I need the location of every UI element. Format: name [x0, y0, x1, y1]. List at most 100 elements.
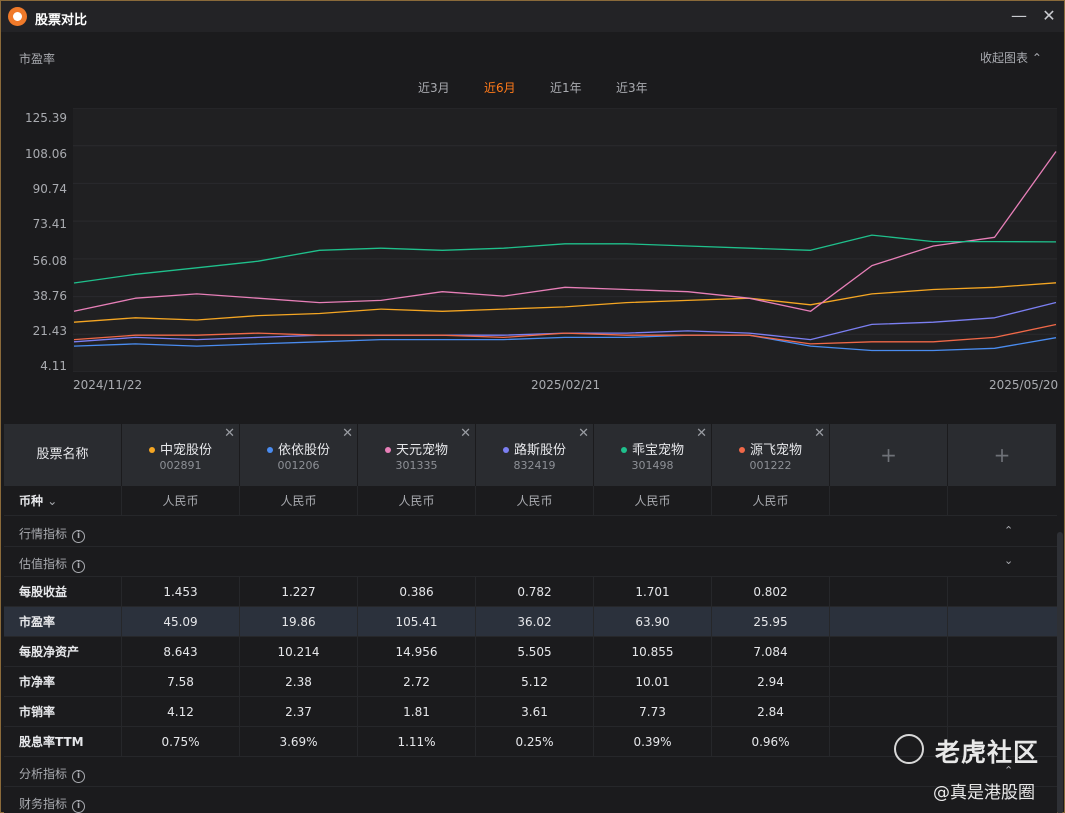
section-valuation-indicators[interactable]: 估值指标 i ⌄	[4, 547, 1057, 577]
series-dot-icon	[502, 446, 509, 453]
metric-value: 3.61	[476, 697, 594, 727]
currency-label: 币种	[19, 494, 44, 508]
series-dot-icon	[620, 446, 627, 453]
currency-cell: 人民币	[122, 486, 240, 516]
add-stock-button[interactable]: +	[948, 424, 1057, 486]
period-tab-3y[interactable]: 近3年	[616, 79, 648, 96]
period-tab-6m[interactable]: 近6月	[484, 79, 516, 96]
tiger-community-logo-icon	[894, 734, 924, 764]
table-row[interactable]: 每股净资产 8.643 10.214 14.956 5.505 10.855 7…	[4, 637, 1057, 667]
title-bar: 股票对比 — ✕	[1, 1, 1064, 32]
metric-value: 0.386	[358, 577, 476, 607]
y-tick-label: 108.06	[25, 147, 67, 161]
y-tick-label: 4.11	[40, 359, 67, 373]
metric-label: 每股净资产	[4, 637, 122, 667]
chevron-down-icon[interactable]: ⌄	[1004, 554, 1013, 567]
metric-value: 19.86	[240, 607, 358, 637]
stock-code: 301498	[631, 459, 674, 472]
collapse-chart-button[interactable]: 收起图表 ⌃	[980, 49, 1042, 66]
metric-label: 股息率TTM	[4, 727, 122, 757]
remove-stock-close-icon[interactable]: ✕	[342, 426, 353, 441]
remove-stock-close-icon[interactable]: ✕	[460, 426, 471, 441]
metric-value: 25.95	[712, 607, 830, 637]
stock-name: 路斯股份	[513, 443, 566, 458]
series-line	[73, 282, 1057, 323]
section-financial-indicators[interactable]: 财务指标 i ⌃	[4, 787, 1057, 813]
y-tick-label: 21.43	[32, 324, 67, 338]
stock-code: 001206	[277, 459, 320, 472]
stock-name: 乖宝宠物	[631, 443, 684, 458]
metric-value: 36.02	[476, 607, 594, 637]
metric-value: 10.214	[240, 637, 358, 667]
info-icon[interactable]: i	[72, 800, 86, 813]
currency-dropdown[interactable]: 币种 ⌄	[4, 486, 122, 516]
metric-value: 0.782	[476, 577, 594, 607]
add-stock-button[interactable]: +	[830, 424, 948, 486]
metric-label: 每股收益	[4, 577, 122, 607]
stock-column-header[interactable]: 中宠股份 002891 ✕	[122, 424, 240, 486]
stock-code: 832419	[513, 459, 556, 472]
metric-value: 10.01	[594, 667, 712, 697]
metric-value: 7.58	[122, 667, 240, 697]
metric-value: 0.96%	[712, 727, 830, 757]
metric-value: 45.09	[122, 607, 240, 637]
chevron-up-icon: ⌃	[1031, 51, 1042, 65]
chevron-up-icon[interactable]: ⌃	[1004, 524, 1013, 537]
remove-stock-close-icon[interactable]: ✕	[814, 426, 825, 441]
metric-value: 14.956	[358, 637, 476, 667]
x-tick-label: 2024/11/22	[73, 378, 143, 392]
metric-value: 8.643	[122, 637, 240, 667]
y-tick-label: 56.08	[32, 254, 67, 268]
section-title: 行情指标	[19, 527, 68, 541]
line-chart[interactable]	[73, 107, 1057, 373]
table-row-selected[interactable]: 市盈率 45.09 19.86 105.41 36.02 63.90 25.95	[4, 607, 1057, 637]
info-icon[interactable]: i	[72, 530, 86, 543]
metric-label: 市净率	[4, 667, 122, 697]
metric-value: 3.69%	[240, 727, 358, 757]
metric-value: 5.12	[476, 667, 594, 697]
table-row[interactable]: 市销率 4.12 2.37 1.81 3.61 7.73 2.84	[4, 697, 1057, 727]
metric-value: 2.37	[240, 697, 358, 727]
info-icon[interactable]: i	[72, 770, 86, 783]
stock-name: 中宠股份	[159, 443, 212, 458]
section-market-indicators[interactable]: 行情指标 i ⌃	[4, 517, 1057, 547]
y-tick-label: 38.76	[32, 289, 67, 303]
window-title: 股票对比	[35, 13, 88, 28]
metric-value: 1.701	[594, 577, 712, 607]
chart-metric-label: 市盈率	[19, 52, 56, 66]
stock-column-header[interactable]: 天元宠物 301335 ✕	[358, 424, 476, 486]
watermark-brand: 老虎社区	[935, 738, 1040, 767]
info-icon[interactable]: i	[72, 560, 86, 573]
y-tick-label: 73.41	[32, 217, 67, 231]
remove-stock-close-icon[interactable]: ✕	[696, 426, 707, 441]
close-button[interactable]: ✕	[1037, 5, 1061, 27]
metric-value: 1.227	[240, 577, 358, 607]
chart-panel: 市盈率 收起图表 ⌃ 近3月 近6月 近1年 近3年 125.39 108.06…	[1, 32, 1064, 424]
period-tab-3m[interactable]: 近3月	[418, 79, 450, 96]
metric-value: 1.81	[358, 697, 476, 727]
section-analysis-indicators[interactable]: 分析指标 i ⌃	[4, 757, 1057, 787]
stock-name-header: 股票名称	[4, 424, 122, 486]
stock-column-header[interactable]: 依依股份 001206 ✕	[240, 424, 358, 486]
remove-stock-close-icon[interactable]: ✕	[578, 426, 589, 441]
stock-column-header[interactable]: 乖宝宠物 301498 ✕	[594, 424, 712, 486]
x-tick-label: 2025/02/21	[531, 378, 601, 392]
metric-value: 0.39%	[594, 727, 712, 757]
period-tab-1y[interactable]: 近1年	[550, 79, 582, 96]
table-scrollbar[interactable]	[1057, 532, 1063, 813]
currency-cell: 人民币	[712, 486, 830, 516]
remove-stock-close-icon[interactable]: ✕	[224, 426, 235, 441]
currency-cell: 人民币	[594, 486, 712, 516]
collapse-chart-label: 收起图表	[980, 51, 1029, 65]
table-row[interactable]: 市净率 7.58 2.38 2.72 5.12 10.01 2.94	[4, 667, 1057, 697]
series-dot-icon	[384, 446, 391, 453]
stock-column-header[interactable]: 源飞宠物 001222 ✕	[712, 424, 830, 486]
metric-value: 2.94	[712, 667, 830, 697]
stock-column-header[interactable]: 路斯股份 832419 ✕	[476, 424, 594, 486]
y-tick-label: 90.74	[32, 182, 67, 196]
currency-cell: 人民币	[476, 486, 594, 516]
metric-value: 2.38	[240, 667, 358, 697]
stock-code: 002891	[159, 459, 202, 472]
table-row[interactable]: 每股收益 1.453 1.227 0.386 0.782 1.701 0.802	[4, 577, 1057, 607]
minimize-button[interactable]: —	[1007, 5, 1031, 27]
